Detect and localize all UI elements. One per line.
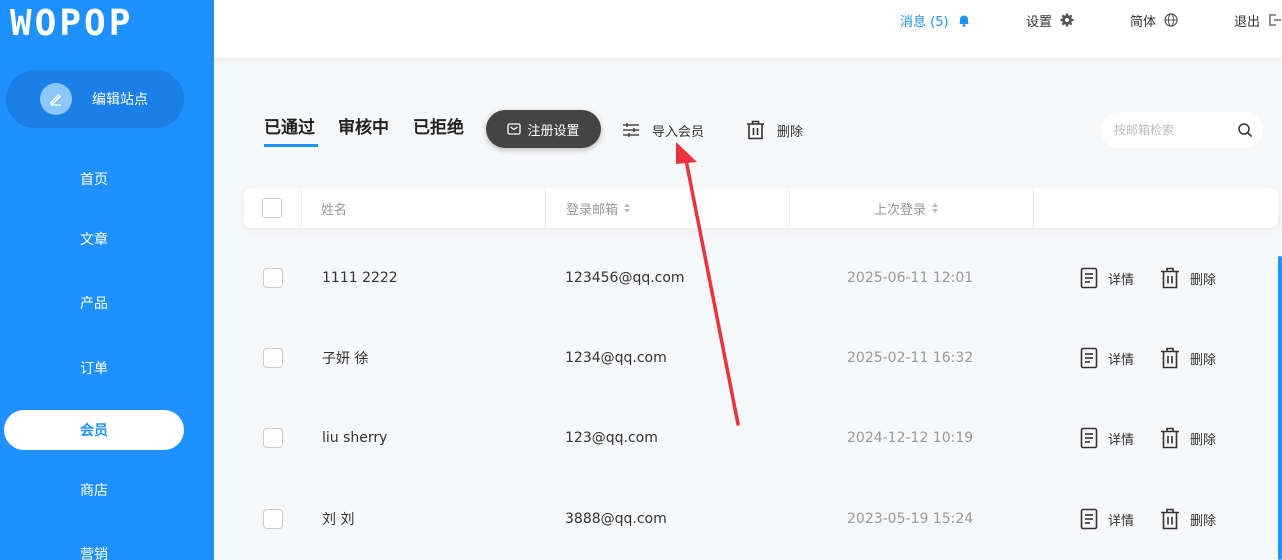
member-last-login: 2025-06-11 12:01 <box>847 270 974 286</box>
messages-link[interactable]: 消息 (5) <box>900 10 971 30</box>
gear-icon <box>1060 13 1074 27</box>
member-email: 1234@qq.com <box>565 350 667 366</box>
member-name: liu sherry <box>322 430 388 446</box>
tab-approved[interactable]: 已通过 <box>264 113 315 138</box>
document-icon <box>1080 427 1098 449</box>
mail-settings-icon <box>507 123 522 135</box>
logout-icon <box>1269 14 1281 26</box>
edit-site-button[interactable]: 编辑站点 <box>6 70 184 128</box>
sliders-icon <box>623 123 639 137</box>
document-icon <box>1080 267 1098 289</box>
register-settings-button[interactable]: 注册设置 <box>486 110 601 148</box>
row-delete-button[interactable]: 删除 <box>1160 479 1216 559</box>
table-row: 刘 刘 3888@qq.com 2023-05-19 15:24 详情 删除 <box>244 479 1278 559</box>
settings-link[interactable]: 设置 <box>1026 10 1074 30</box>
member-name: 子妍 徐 <box>322 351 369 367</box>
logout-label: 退出 <box>1234 14 1261 30</box>
member-last-login: 2024-12-12 10:19 <box>847 430 974 446</box>
language-switch[interactable]: 简体 <box>1130 10 1178 30</box>
column-divider <box>789 188 790 228</box>
email-search-input[interactable] <box>1114 123 1232 137</box>
detail-button[interactable]: 详情 <box>1080 238 1134 318</box>
search-icon[interactable] <box>1237 122 1253 138</box>
member-last-login: 2023-05-19 15:24 <box>847 511 974 527</box>
table-row: 1111 2222 123456@qq.com 2025-06-11 12:01… <box>244 238 1278 318</box>
tab-pending[interactable]: 审核中 <box>338 113 389 138</box>
member-name: 1111 2222 <box>322 270 398 286</box>
pencil-icon <box>40 83 72 115</box>
sidebar-item-marketing[interactable]: 营销 <box>4 534 184 560</box>
document-icon <box>1080 508 1098 530</box>
delete-selected-label: 删除 <box>777 124 804 140</box>
register-settings-label: 注册设置 <box>527 123 580 139</box>
top-header: 消息 (5) 设置 简体 退出 <box>214 0 1282 58</box>
edit-site-label: 编辑站点 <box>92 92 148 108</box>
trash-icon <box>1161 267 1179 289</box>
column-header-name: 姓名 <box>321 202 348 218</box>
sidebar-item-products[interactable]: 产品 <box>4 283 184 323</box>
row-checkbox[interactable] <box>263 268 283 288</box>
sidebar: WOPOP 编辑站点 首页 文章 产品 订单 会员 商店 营销 <box>0 0 214 560</box>
trash-icon <box>747 120 764 140</box>
tab-rejected[interactable]: 已拒绝 <box>413 113 464 138</box>
row-checkbox[interactable] <box>263 509 283 529</box>
row-delete-button[interactable]: 删除 <box>1160 238 1216 318</box>
document-icon <box>1080 347 1098 369</box>
trash-icon <box>1161 427 1179 449</box>
trash-icon <box>1161 347 1179 369</box>
globe-icon <box>1164 13 1178 27</box>
table-header: 姓名 登录邮箱 上次登录 <box>244 188 1278 228</box>
trash-icon <box>1161 508 1179 530</box>
member-last-login: 2025-02-11 16:32 <box>847 350 974 366</box>
logout-link[interactable]: 退出 <box>1234 10 1282 30</box>
column-divider <box>301 188 302 228</box>
detail-button[interactable]: 详情 <box>1080 318 1134 398</box>
column-header-email[interactable]: 登录邮箱 <box>566 188 631 228</box>
row-delete-button[interactable]: 删除 <box>1160 318 1216 398</box>
sidebar-item-store[interactable]: 商店 <box>4 470 184 510</box>
member-email: 123@qq.com <box>565 430 658 446</box>
member-name: 刘 刘 <box>322 512 355 528</box>
sidebar-item-members[interactable]: 会员 <box>4 410 184 450</box>
sidebar-item-articles[interactable]: 文章 <box>4 219 184 259</box>
import-members-label: 导入会员 <box>652 124 705 140</box>
select-all-checkbox[interactable] <box>262 198 282 218</box>
row-delete-button[interactable]: 删除 <box>1160 398 1216 478</box>
table-row: liu sherry 123@qq.com 2024-12-12 10:19 详… <box>244 398 1278 478</box>
email-search <box>1101 112 1263 148</box>
language-label: 简体 <box>1130 14 1157 30</box>
column-header-last-login[interactable]: 上次登录 <box>874 188 939 228</box>
member-email: 3888@qq.com <box>565 511 667 527</box>
bell-icon <box>958 15 969 27</box>
logo: WOPOP <box>10 3 134 44</box>
messages-label: 消息 (5) <box>900 14 949 30</box>
table-row: 子妍 徐 1234@qq.com 2025-02-11 16:32 详情 删除 <box>244 318 1278 398</box>
delete-selected-button[interactable]: 删除 <box>746 118 803 142</box>
sidebar-item-home[interactable]: 首页 <box>4 159 184 199</box>
member-email: 123456@qq.com <box>565 270 685 286</box>
column-divider <box>545 188 546 228</box>
settings-label: 设置 <box>1026 14 1053 30</box>
scrollbar[interactable] <box>1278 256 1282 560</box>
detail-button[interactable]: 详情 <box>1080 398 1134 478</box>
active-tab-indicator <box>264 144 318 147</box>
column-divider <box>1033 188 1034 228</box>
row-checkbox[interactable] <box>263 348 283 368</box>
import-members-button[interactable]: 导入会员 <box>622 118 704 142</box>
sidebar-item-orders[interactable]: 订单 <box>4 348 184 388</box>
sort-icon <box>624 203 631 213</box>
row-checkbox[interactable] <box>263 428 283 448</box>
detail-button[interactable]: 详情 <box>1080 479 1134 559</box>
sort-icon <box>932 203 939 213</box>
